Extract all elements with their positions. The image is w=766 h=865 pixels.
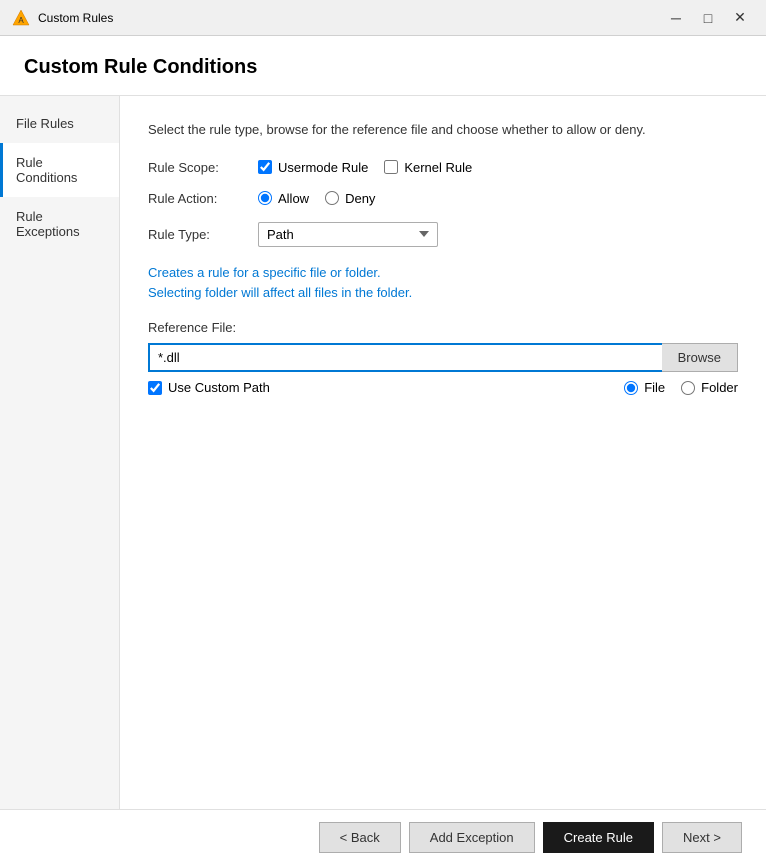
rule-action-row: Rule Action: Allow Deny — [148, 191, 738, 206]
deny-text: Deny — [345, 191, 375, 206]
rule-scope-controls: Usermode Rule Kernel Rule — [258, 160, 472, 175]
reference-file-label: Reference File: — [148, 320, 738, 335]
page-title: Custom Rule Conditions — [0, 36, 766, 96]
file-radio[interactable] — [624, 381, 638, 395]
hint-text: Creates a rule for a specific file or fo… — [148, 263, 738, 305]
close-button[interactable]: ✕ — [726, 7, 754, 29]
deny-radio-label[interactable]: Deny — [325, 191, 375, 206]
rule-action-controls: Allow Deny — [258, 191, 375, 206]
reference-file-row: Browse — [148, 343, 738, 372]
use-custom-path-label[interactable]: Use Custom Path — [148, 380, 270, 395]
folder-radio-label[interactable]: Folder — [681, 380, 738, 395]
allow-text: Allow — [278, 191, 309, 206]
rule-action-label: Rule Action: — [148, 191, 258, 206]
file-text: File — [644, 380, 665, 395]
deny-radio[interactable] — [325, 191, 339, 205]
use-custom-path-text: Use Custom Path — [168, 380, 270, 395]
file-radio-label[interactable]: File — [624, 380, 665, 395]
use-custom-path-checkbox[interactable] — [148, 381, 162, 395]
minimize-button[interactable]: ─ — [662, 7, 690, 29]
rule-type-select[interactable]: Path Hash Certificate Publisher — [258, 222, 438, 247]
next-button[interactable]: Next > — [662, 822, 742, 853]
rule-scope-label: Rule Scope: — [148, 160, 258, 175]
main-content: Select the rule type, browse for the ref… — [120, 96, 766, 809]
window-controls: ─ □ ✕ — [662, 7, 754, 29]
hint-line1: Creates a rule for a specific file or fo… — [148, 263, 738, 284]
sidebar: File Rules Rule Conditions Rule Exceptio… — [0, 96, 120, 809]
kernel-rule-text: Kernel Rule — [404, 160, 472, 175]
hint-line2: Selecting folder will affect all files i… — [148, 283, 738, 304]
maximize-button[interactable]: □ — [694, 7, 722, 29]
rule-type-row: Rule Type: Path Hash Certificate Publish… — [148, 222, 738, 247]
add-exception-button[interactable]: Add Exception — [409, 822, 535, 853]
allow-radio[interactable] — [258, 191, 272, 205]
rule-type-label: Rule Type: — [148, 227, 258, 242]
folder-radio[interactable] — [681, 381, 695, 395]
custom-path-row: Use Custom Path File Folder — [148, 380, 738, 395]
allow-radio-label[interactable]: Allow — [258, 191, 309, 206]
file-folder-options: File Folder — [624, 380, 738, 395]
kernel-rule-checkbox-label[interactable]: Kernel Rule — [384, 160, 472, 175]
content-area: File Rules Rule Conditions Rule Exceptio… — [0, 96, 766, 809]
description-text: Select the rule type, browse for the ref… — [148, 120, 738, 140]
reference-file-input[interactable] — [148, 343, 662, 372]
sidebar-item-label: Rule Conditions — [16, 155, 77, 185]
browse-button[interactable]: Browse — [662, 343, 738, 372]
sidebar-item-file-rules[interactable]: File Rules — [0, 104, 119, 143]
kernel-rule-checkbox[interactable] — [384, 160, 398, 174]
usermode-rule-checkbox[interactable] — [258, 160, 272, 174]
title-bar: A Custom Rules ─ □ ✕ — [0, 0, 766, 36]
app-icon: A — [12, 9, 30, 27]
sidebar-item-rule-conditions[interactable]: Rule Conditions — [0, 143, 119, 197]
create-rule-button[interactable]: Create Rule — [543, 822, 654, 853]
rule-scope-row: Rule Scope: Usermode Rule Kernel Rule — [148, 160, 738, 175]
sidebar-item-label: Rule Exceptions — [16, 209, 80, 239]
window-body: Custom Rule Conditions File Rules Rule C… — [0, 36, 766, 865]
usermode-rule-checkbox-label[interactable]: Usermode Rule — [258, 160, 368, 175]
back-button[interactable]: < Back — [319, 822, 401, 853]
folder-text: Folder — [701, 380, 738, 395]
footer: < Back Add Exception Create Rule Next > — [0, 809, 766, 865]
window-title: Custom Rules — [38, 11, 662, 25]
svg-text:A: A — [18, 16, 24, 25]
usermode-rule-text: Usermode Rule — [278, 160, 368, 175]
sidebar-item-rule-exceptions[interactable]: Rule Exceptions — [0, 197, 119, 251]
sidebar-item-label: File Rules — [16, 116, 74, 131]
